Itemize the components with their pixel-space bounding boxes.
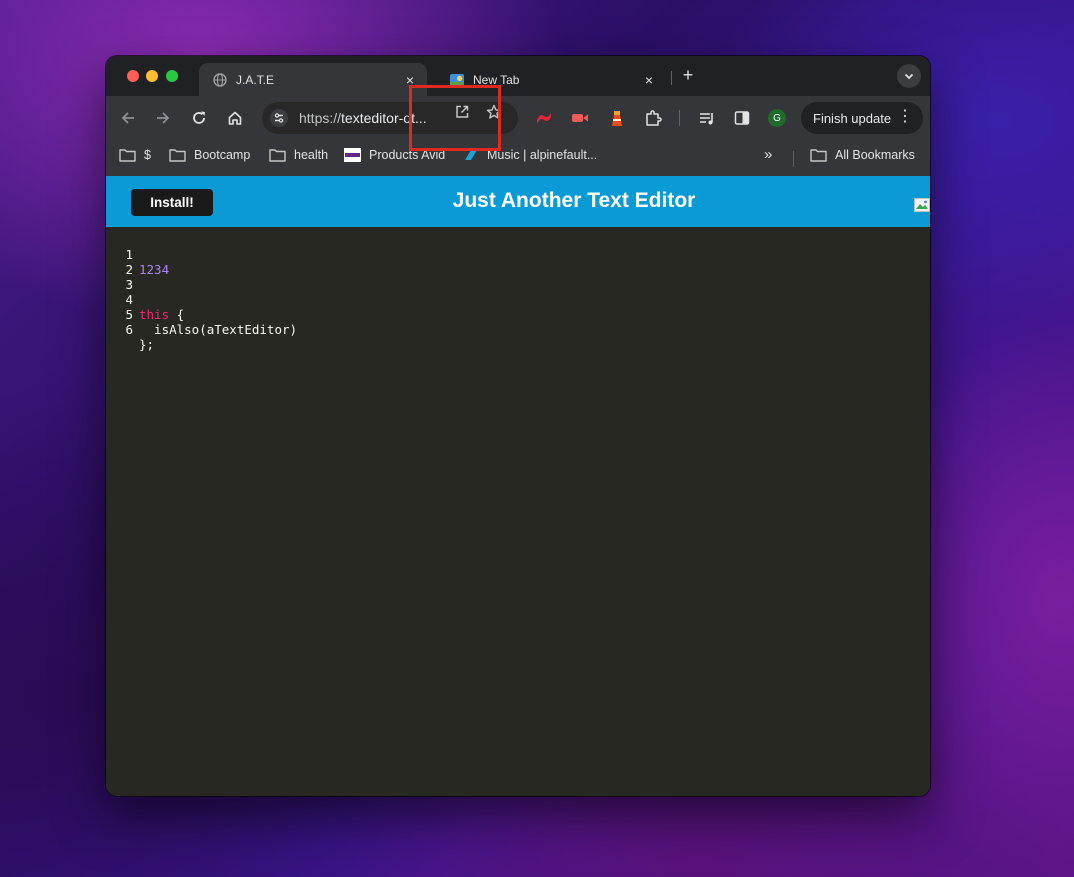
editor-line: 3: [106, 262, 166, 292]
folder-icon: [169, 148, 186, 162]
editor-line: 4 this {: [106, 277, 184, 322]
annotation-highlight-box: [409, 85, 501, 151]
reload-icon: [193, 111, 205, 124]
line-number: 6: [125, 322, 133, 337]
window-minimize-button[interactable]: [146, 70, 158, 82]
bookmark-label: Bootcamp: [194, 148, 251, 162]
arrow-left-icon: [121, 112, 134, 124]
url-prefix: https://: [299, 110, 342, 126]
extension-lastpass-icon[interactable]: [534, 108, 554, 128]
extension-video-icon[interactable]: [570, 108, 590, 128]
finish-update-button[interactable]: Finish update ⋮: [801, 102, 923, 134]
folder-icon: [119, 148, 136, 162]
side-panel-icon[interactable]: [732, 108, 752, 128]
profile-avatar[interactable]: G: [768, 109, 786, 127]
bookmark-folder[interactable]: $: [119, 148, 151, 162]
arrow-right-icon: [157, 112, 170, 124]
home-icon: [228, 111, 242, 125]
tab-strip: J.A.T.E × New Tab × +: [106, 56, 930, 96]
home-button[interactable]: [225, 108, 245, 128]
browser-toolbar: https://texteditor-ot... G Finish update…: [106, 96, 930, 140]
extensions-puzzle-icon[interactable]: [643, 108, 663, 128]
editor-line: 6 };: [106, 307, 166, 352]
toolbar-separator: [679, 110, 680, 126]
back-button[interactable]: [118, 108, 138, 128]
forward-button[interactable]: [153, 108, 173, 128]
line-content: };: [139, 337, 155, 352]
bookmark-folder[interactable]: Bootcamp: [169, 148, 250, 162]
reload-button[interactable]: [189, 108, 209, 128]
all-bookmarks-label: All Bookmarks: [835, 148, 915, 162]
globe-icon: [213, 72, 227, 87]
code-editor[interactable]: 1 1234 2 3 4 this { 5 isAlso(aTextEditor…: [106, 227, 930, 796]
new-tab-button[interactable]: +: [678, 65, 698, 86]
bookmarks-bar: $ Bootcamp health Products Avid Music | …: [106, 140, 930, 177]
app-header: Install! Just Another Text Editor: [106, 176, 930, 227]
bookmark-label: health: [294, 148, 329, 162]
chevron-down-icon: [904, 73, 914, 80]
extension-lighthouse-icon[interactable]: [607, 108, 627, 128]
code-token: {: [169, 307, 185, 322]
bookmarks-overflow-button[interactable]: »: [764, 146, 772, 163]
more-menu-icon[interactable]: ⋮: [897, 109, 913, 125]
editor-line: 2: [106, 247, 166, 277]
bookmarks-separator: [793, 151, 794, 167]
window-close-button[interactable]: [127, 70, 139, 82]
avid-favicon: [344, 148, 361, 162]
editor-line: 1 1234: [106, 232, 169, 277]
all-bookmarks-button[interactable]: All Bookmarks: [810, 148, 915, 162]
finish-update-label: Finish update: [813, 110, 892, 126]
tab-title: J.A.T.E: [236, 72, 275, 87]
tab-close-icon[interactable]: ×: [640, 72, 658, 88]
page-viewport: Install! Just Another Text Editor 1 1234…: [106, 176, 930, 796]
site-settings-icon[interactable]: [270, 109, 290, 127]
tab-separator: [671, 71, 672, 85]
browser-window: J.A.T.E × New Tab × + https://texteditor…: [106, 56, 930, 796]
window-maximize-button[interactable]: [166, 70, 178, 82]
folder-icon: [269, 148, 286, 162]
app-title: Just Another Text Editor: [452, 189, 696, 212]
tab-jate[interactable]: J.A.T.E ×: [199, 63, 427, 96]
bookmark-folder[interactable]: health: [269, 148, 328, 162]
folder-icon: [810, 148, 827, 162]
editor-line: 5 isAlso(aTextEditor): [106, 292, 297, 337]
bookmark-label: Music | alpinefault...: [487, 148, 598, 162]
media-controls-icon[interactable]: [697, 108, 717, 128]
broken-image-icon: [914, 198, 930, 212]
bookmark-label: $: [144, 148, 151, 162]
tab-search-button[interactable]: [897, 64, 921, 88]
